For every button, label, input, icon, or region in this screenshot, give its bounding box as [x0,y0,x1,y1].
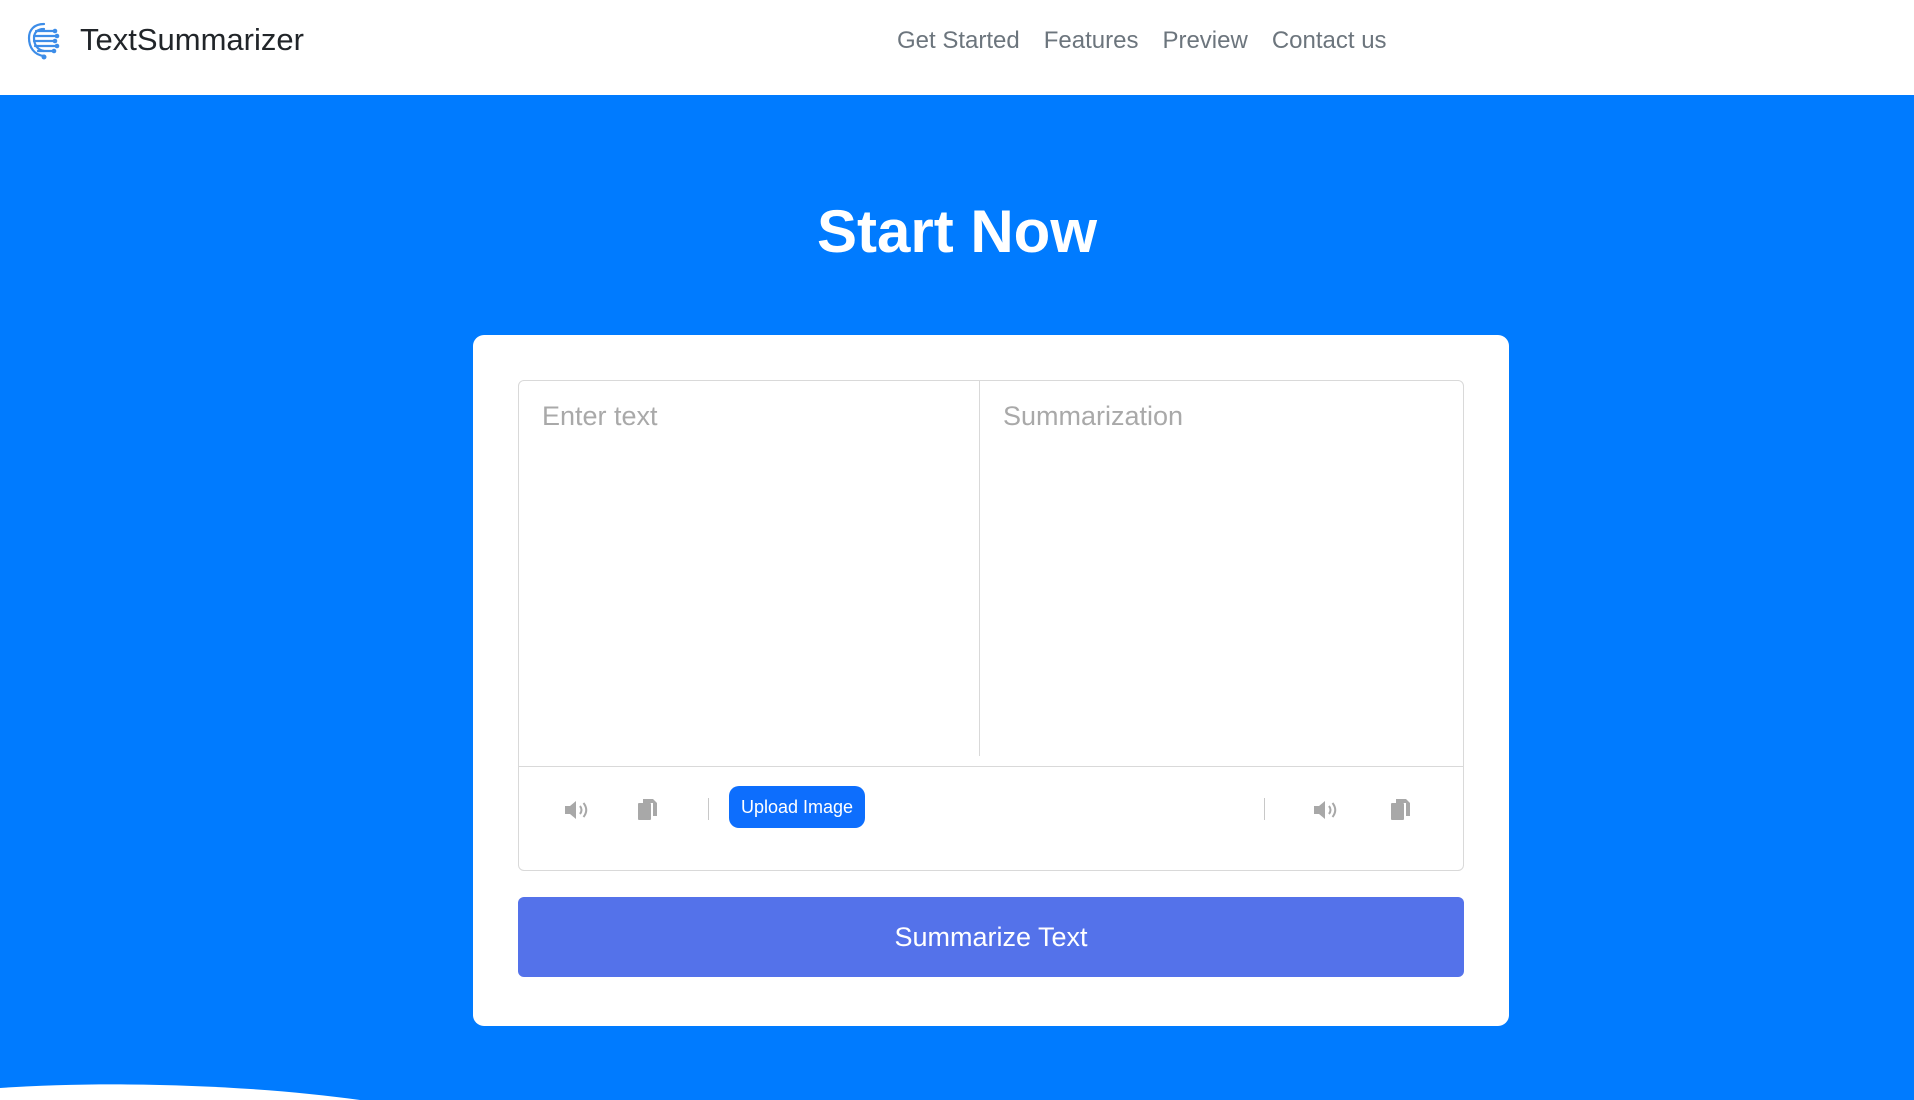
editor-toolbar: Upload Image [519,766,1463,870]
circuit-brain-icon [27,22,60,60]
brand-name: TextSummarizer [80,22,304,57]
summarizer-card: Upload Image Summarize Text [473,335,1509,1026]
output-copy-button[interactable] [1386,795,1416,825]
volume-icon [565,801,588,819]
toolbar-divider [708,798,709,820]
upload-image-button[interactable]: Upload Image [729,786,865,828]
nav-link-contact-us[interactable]: Contact us [1272,24,1387,58]
input-copy-button[interactable] [633,795,663,825]
page-title: Start Now [816,198,1098,265]
toolbar-divider [1264,798,1265,820]
summarize-text-button[interactable]: Summarize Text [518,897,1464,977]
copy-icon [638,799,657,820]
nav-links: Get Started Features Preview Contact us [897,24,1411,58]
hero-wave-divider [0,1084,360,1100]
hero-section: Start Now Enter text Summarization Uploa… [0,95,1914,1100]
output-textarea[interactable] [980,381,1464,756]
input-speak-button[interactable] [562,795,592,825]
nav-link-features[interactable]: Features [1044,24,1139,58]
output-speak-button[interactable] [1311,795,1341,825]
brand[interactable]: TextSummarizer [24,18,304,62]
nav-link-preview[interactable]: Preview [1162,24,1247,58]
volume-icon [1314,801,1337,819]
output-pane [980,381,1464,756]
navbar: TextSummarizer Get Started Features Prev… [0,0,1914,95]
nav-link-get-started[interactable]: Get Started [897,24,1020,58]
copy-icon [1391,799,1410,820]
input-textarea[interactable] [519,381,979,756]
editor-box: Upload Image [518,380,1464,871]
input-pane [519,381,980,756]
